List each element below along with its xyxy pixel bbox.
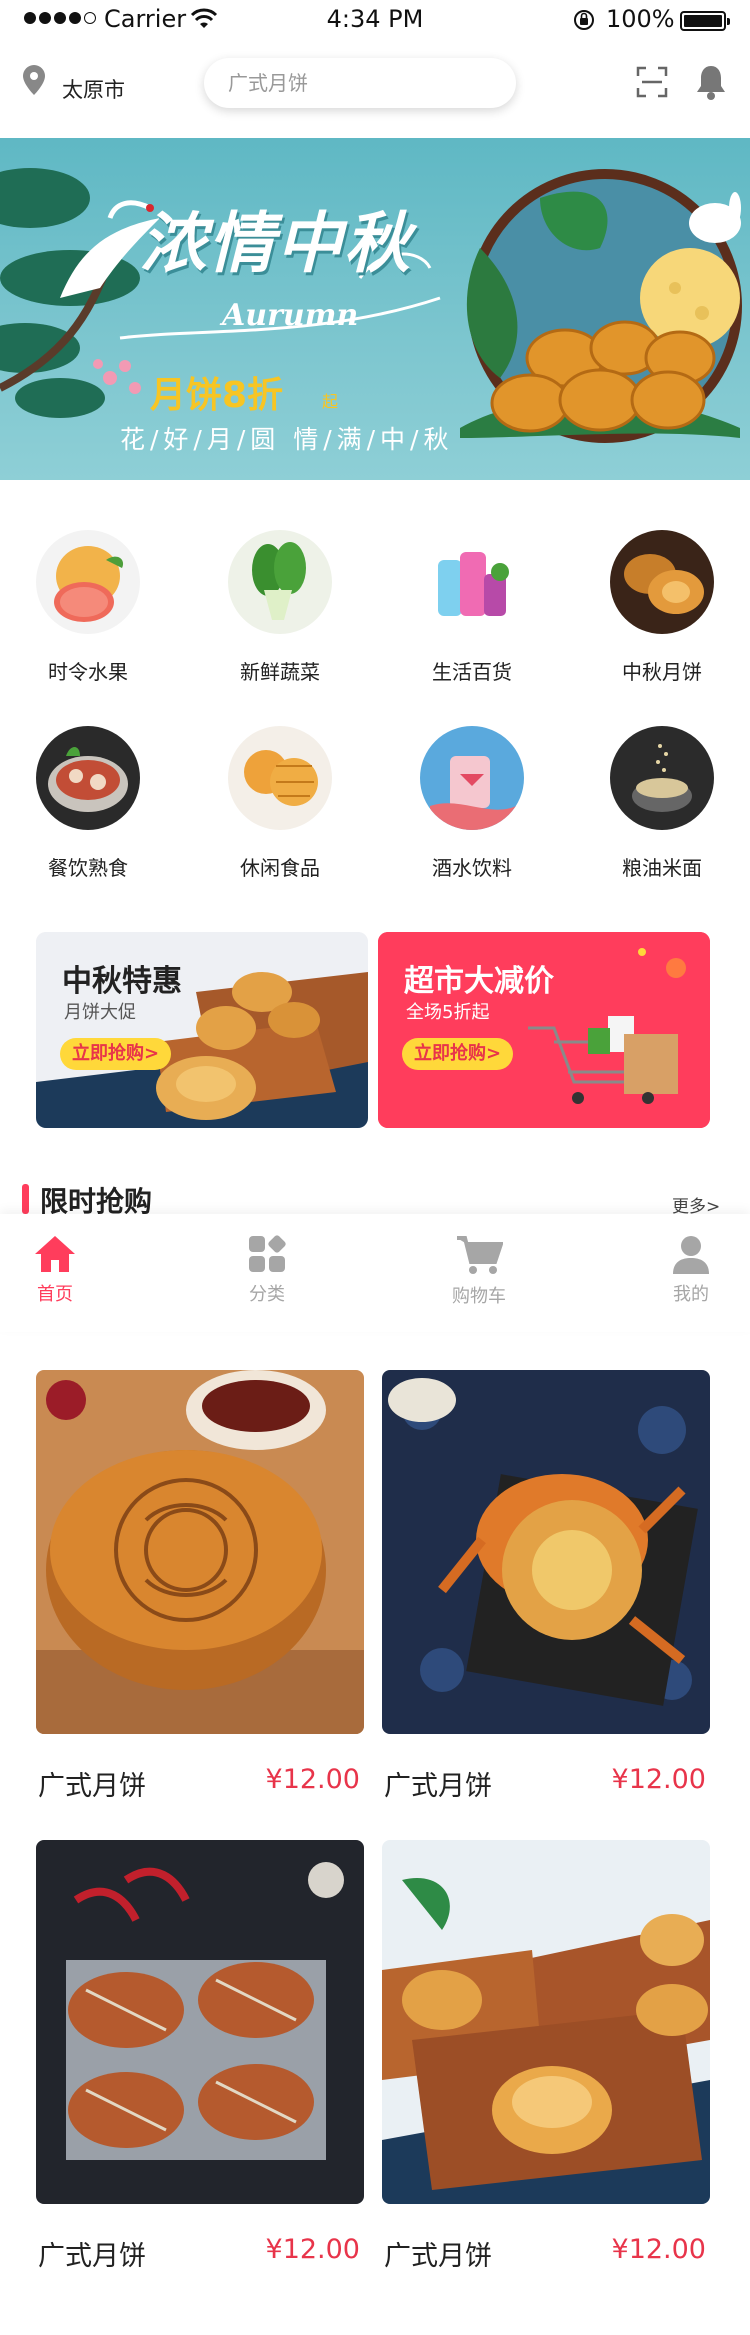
category-label: 时令水果 [48, 660, 128, 684]
crab-photo [382, 1370, 710, 1734]
banner-promo: 月饼8折 [150, 375, 284, 416]
buy-now-button[interactable]: 立即抢购> [402, 1038, 514, 1070]
orientation-lock-icon [574, 10, 594, 30]
status-bar: Carrier 4:34 PM 100% [0, 0, 750, 40]
category-label: 新鲜蔬菜 [240, 660, 320, 684]
product-name: 广式月饼 [384, 1771, 492, 1802]
tab-profile[interactable]: 我的 [636, 1214, 746, 1332]
battery-percent: 100% [606, 5, 675, 33]
category-fruit[interactable]: 时令水果 [18, 530, 158, 685]
promo-card-supermarket[interactable]: 超市大减价 全场5折起 立即抢购> [378, 932, 710, 1128]
product-price: ¥12.00 [265, 2234, 360, 2265]
tab-cart[interactable]: 购物车 [424, 1214, 534, 1332]
user-icon [673, 1236, 709, 1274]
banner-title: 浓情中秋 [140, 204, 412, 282]
tab-label: 分类 [249, 1284, 285, 1305]
grapefruit-image [36, 530, 140, 634]
promo-subtitle: 月饼大促 [64, 1002, 136, 1023]
search-input[interactable] [204, 58, 516, 108]
category-icon [249, 1235, 286, 1272]
category-label: 休闲食品 [240, 856, 320, 880]
category-label: 生活百货 [432, 660, 512, 684]
bottom-tab-bar: 首页 分类 购物车 我的 [0, 1214, 750, 1332]
promo-subtitle: 全场5折起 [406, 1002, 490, 1023]
category-label: 酒水饮料 [432, 856, 512, 880]
fruit-drink-image [420, 726, 524, 830]
battery-icon [680, 11, 730, 31]
tab-label: 我的 [673, 1284, 709, 1305]
home-icon [35, 1236, 75, 1272]
product-card[interactable]: 广式月饼 ¥12.00 [382, 1840, 710, 2272]
product-card[interactable]: 广式月饼 ¥12.00 [36, 1840, 364, 2272]
product-price: ¥12.00 [265, 1764, 360, 1795]
product-price: ¥12.00 [611, 1764, 706, 1795]
tab-home[interactable]: 首页 [0, 1214, 110, 1332]
mid-autumn-banner[interactable]: 浓情中秋 Aurumn 月饼8折 起 花/好/月/圆 情/满/中/秋 [0, 138, 750, 480]
buy-now-button[interactable]: 立即抢购> [60, 1038, 172, 1070]
mooncake-image [610, 530, 714, 634]
city-selector[interactable]: 太原市 [62, 74, 125, 104]
tab-label: 首页 [37, 1284, 73, 1305]
product-name: 广式月饼 [38, 2241, 146, 2272]
tab-category[interactable]: 分类 [212, 1214, 322, 1332]
scan-icon[interactable] [636, 66, 668, 98]
location-pin-icon[interactable] [22, 64, 46, 96]
promo-title: 超市大减价 [404, 964, 554, 999]
category-label: 粮油米面 [622, 856, 702, 880]
product-name: 广式月饼 [384, 2241, 492, 2272]
search-bar[interactable] [204, 58, 516, 108]
detergent-bottles-image [420, 530, 524, 634]
promo-title: 中秋特惠 [62, 964, 182, 999]
category-grain-oil[interactable]: 粮油米面 [592, 726, 732, 881]
hotpot-image [36, 726, 140, 830]
section-accent-bar [22, 1184, 29, 1214]
category-snacks[interactable]: 休闲食品 [210, 726, 350, 881]
category-vegetables[interactable]: 新鲜蔬菜 [210, 530, 350, 685]
category-household[interactable]: 生活百货 [402, 530, 542, 685]
product-price: ¥12.00 [611, 2234, 706, 2265]
promo-card-mid-autumn[interactable]: 中秋特惠 月饼大促 立即抢购> [36, 932, 368, 1128]
product-name: 广式月饼 [38, 1771, 146, 1802]
mooncakes-on-trays-photo [382, 1840, 710, 2204]
cart-icon [457, 1236, 503, 1274]
top-header: 太原市 [0, 44, 750, 136]
waffle-image [228, 726, 332, 830]
banner-slogan: 花/好/月/圆 情/满/中/秋 [120, 425, 454, 454]
grain-bowl-image [610, 726, 714, 830]
category-label: 餐饮熟食 [48, 856, 128, 880]
banner-subtitle: Aurumn [222, 298, 359, 333]
tab-label: 购物车 [452, 1286, 506, 1307]
banner-promo-suffix: 起 [322, 392, 339, 411]
category-mooncake[interactable]: 中秋月饼 [592, 530, 732, 685]
tied-crabs-photo [36, 1840, 364, 2204]
mooncake-photo [36, 1370, 364, 1734]
category-label: 中秋月饼 [622, 660, 702, 684]
bell-icon[interactable] [694, 64, 728, 100]
product-card[interactable]: 广式月饼 ¥12.00 [382, 1370, 710, 1802]
bok-choy-image [228, 530, 332, 634]
product-card[interactable]: 广式月饼 ¥12.00 [36, 1370, 364, 1802]
category-drinks[interactable]: 酒水饮料 [402, 726, 542, 881]
category-deli[interactable]: 餐饮熟食 [18, 726, 158, 881]
